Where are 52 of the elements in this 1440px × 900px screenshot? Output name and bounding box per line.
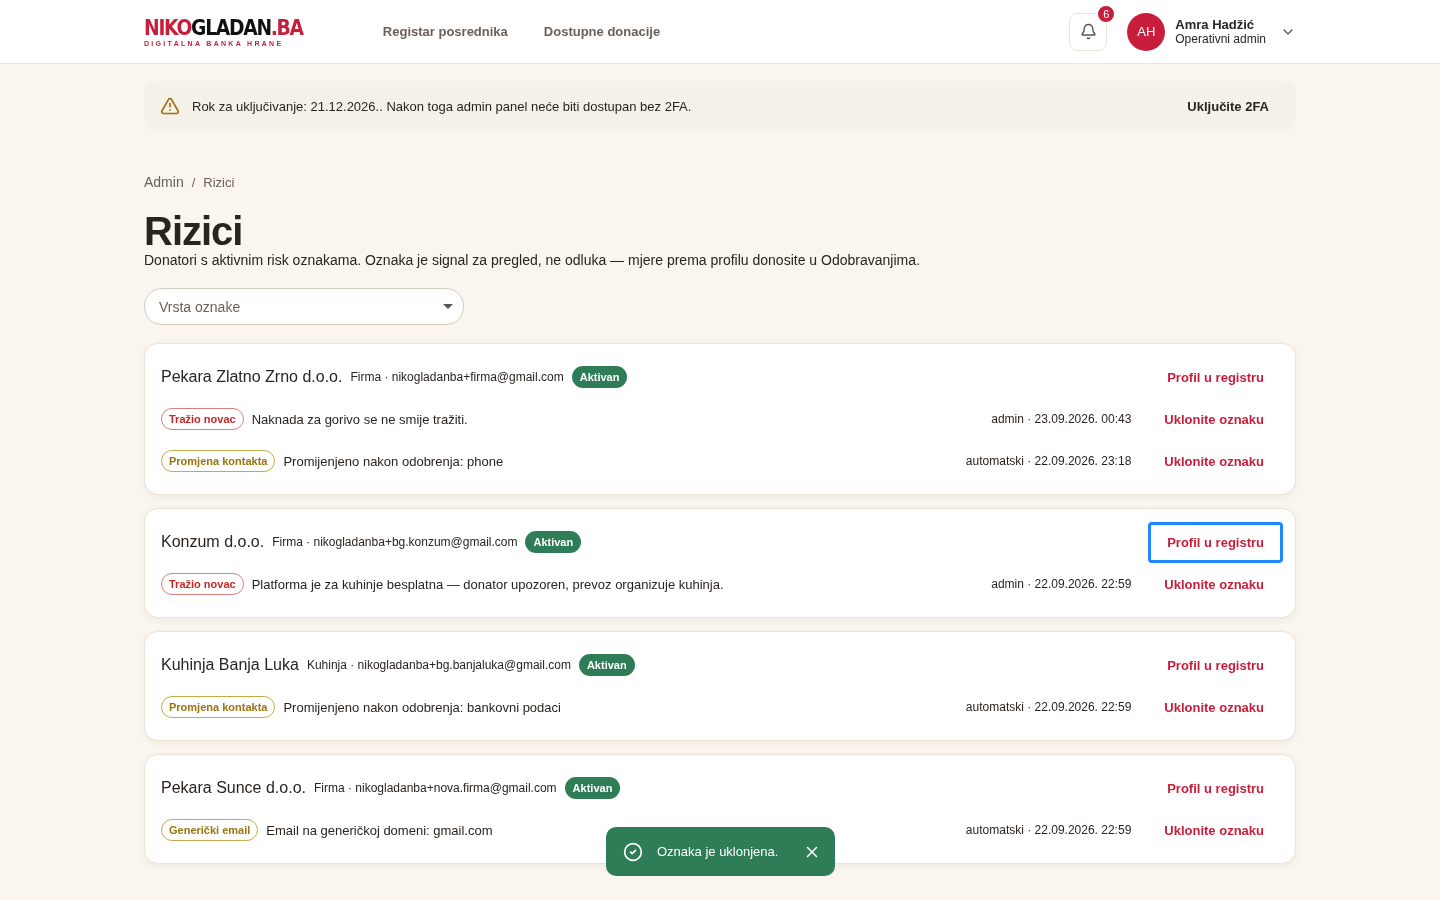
flag-author-date: automatski · 22.09.2026. 23:18 bbox=[965, 454, 1132, 468]
remove-flag-link[interactable]: Uklonite oznaku bbox=[1145, 563, 1283, 605]
nav-link[interactable]: Registar posrednika bbox=[382, 24, 508, 39]
profile-link[interactable]: Profil u registru bbox=[1148, 644, 1283, 686]
donor-name: Pekara Zlatno Zrno d.o.o. bbox=[161, 368, 343, 386]
toast-text: Oznaka je uklonjena. bbox=[657, 844, 780, 859]
user-avatar[interactable]: AH bbox=[1127, 12, 1166, 51]
donor-name: Pekara Sunce d.o.o. bbox=[161, 779, 306, 797]
flag-author-date: admin · 22.09.2026. 22:59 bbox=[991, 577, 1132, 591]
flag-description: Email na generičkoj domeni: gmail.com bbox=[266, 822, 493, 838]
bell-icon bbox=[1079, 23, 1097, 40]
flag-description: Promijenjeno nakon odobrenja: bankovni podaci bbox=[283, 699, 561, 715]
alert-text: Rok za uključivanje: 21.12.2026.. Nakon toga admin panel neće biti dostupan bez 2FA. bbox=[192, 98, 693, 114]
check-circle-icon bbox=[623, 841, 643, 862]
warning-icon bbox=[160, 96, 180, 116]
donor-meta: Firma · nikogladanba+nova.firma@gmail.com bbox=[314, 781, 557, 795]
profile-link[interactable]: Profil u registru bbox=[1148, 767, 1283, 809]
enable-2fa-button[interactable]: Uključite 2FA bbox=[1181, 97, 1275, 115]
flag-description: Promijenjeno nakon odobrenja: phone bbox=[283, 453, 504, 469]
donor-meta: Kuhinja · nikogladanba+bg.banjaluka@gmail.com bbox=[306, 658, 571, 672]
nav-link[interactable]: Dostupne donacije bbox=[543, 24, 661, 39]
notification-count: 6 bbox=[1096, 3, 1117, 24]
profile-link[interactable]: Profil u registru bbox=[1148, 356, 1283, 398]
donor-meta: Firma · nikogladanba+firma@gmail.com bbox=[350, 370, 564, 384]
remove-flag-link[interactable]: Uklonite oznaku bbox=[1145, 440, 1283, 482]
flag-author-date: automatski · 22.09.2026. 22:59 bbox=[965, 823, 1132, 837]
flag-description: Naknada za gorivo se ne smije tražiti. bbox=[251, 411, 468, 427]
flag-description: Platforma je za kuhinje besplatna — donator upozoren, prevoz organizuje kuhinja. bbox=[251, 576, 724, 592]
user-name: Amra Hadžić bbox=[1175, 17, 1256, 32]
user-role: Operativni admin bbox=[1175, 32, 1266, 46]
notifications-button[interactable] bbox=[1069, 12, 1108, 51]
remove-flag-link[interactable]: Uklonite oznaku bbox=[1145, 809, 1283, 851]
flag-author-date: admin · 23.09.2026. 00:43 bbox=[991, 412, 1132, 426]
flag-author-date: automatski · 22.09.2026. 22:59 bbox=[965, 700, 1132, 714]
breadcrumb-link[interactable]: Admin bbox=[144, 174, 184, 190]
profile-link[interactable]: Profil u registru bbox=[1148, 521, 1283, 563]
logo-title: NIKOGLADAN.BA bbox=[144, 16, 303, 40]
status-badge: Aktivan bbox=[578, 654, 635, 676]
page-title: Rizici bbox=[144, 210, 244, 252]
remove-flag-link[interactable]: Uklonite oznaku bbox=[1145, 398, 1283, 440]
page-subtitle: Donatori s aktivnim risk oznakama. Oznaka je signal za pregled, ne odluka — mjere prema profilu donosite u Odobravanjima. bbox=[144, 252, 921, 268]
flag-type-select[interactable]: Vrsta oznake bbox=[144, 288, 464, 325]
caret-icon bbox=[443, 304, 453, 309]
status-badge: Aktivan bbox=[564, 777, 621, 799]
status-badge: Aktivan bbox=[525, 531, 582, 553]
donor-name: Konzum d.o.o. bbox=[161, 533, 265, 551]
breadcrumb-separator: / bbox=[191, 174, 196, 190]
status-badge: Aktivan bbox=[571, 366, 628, 388]
donor-meta: Firma · nikogladanba+bg.konzum@gmail.com bbox=[272, 535, 518, 549]
breadcrumb-current: Rizici bbox=[203, 174, 235, 190]
donor-name: Kuhinja Banja Luka bbox=[161, 656, 299, 674]
remove-flag-link[interactable]: Uklonite oznaku bbox=[1145, 686, 1283, 728]
